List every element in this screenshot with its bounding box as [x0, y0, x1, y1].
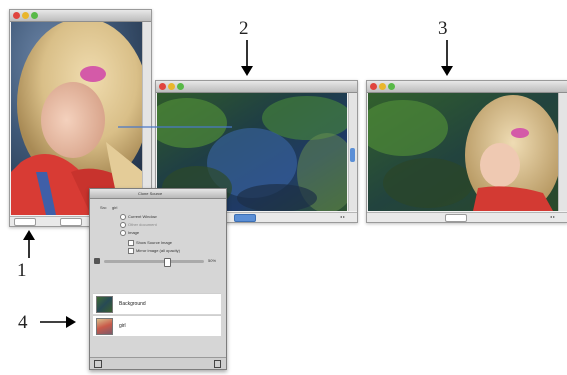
- radio-image[interactable]: [120, 230, 126, 236]
- close-button[interactable]: [159, 83, 166, 90]
- checkbox-mirror-image[interactable]: [128, 248, 134, 254]
- scroll-field[interactable]: [60, 218, 82, 226]
- arrow-2-head: [241, 66, 253, 76]
- close-button[interactable]: [370, 83, 377, 90]
- window-titlebar[interactable]: [367, 81, 567, 93]
- checkbox-label-show-source: Show Source Image: [136, 240, 173, 245]
- zoom-field[interactable]: [14, 218, 36, 226]
- girl-photo-image: [11, 22, 143, 215]
- opacity-slider[interactable]: [104, 258, 204, 267]
- vertical-scrollbar[interactable]: [142, 22, 151, 215]
- vertical-scrollbar[interactable]: [558, 93, 567, 211]
- panel-footer: [90, 357, 226, 369]
- mode-option-current-window: Current Window: [128, 214, 157, 219]
- callout-label-1: 1: [17, 260, 27, 281]
- minimize-button[interactable]: [379, 83, 386, 90]
- close-button[interactable]: [13, 12, 20, 19]
- minimize-button[interactable]: [22, 12, 29, 19]
- result-image: [368, 93, 558, 211]
- radio-current-window[interactable]: [120, 214, 126, 220]
- window-titlebar[interactable]: [156, 81, 357, 93]
- source-label: Src:: [100, 205, 108, 210]
- radio-other-document[interactable]: [120, 222, 126, 228]
- result-canvas[interactable]: [368, 93, 558, 211]
- clone-source-panel: Clone Source Src: girl Current Window Ot…: [89, 188, 227, 370]
- brush-icon: [94, 258, 100, 264]
- mode-option-other-document: Other document: [128, 222, 157, 227]
- panel-titlebar[interactable]: Clone Source: [90, 189, 226, 199]
- layer-thumbnail-background: [96, 296, 113, 313]
- zoom-button[interactable]: [388, 83, 395, 90]
- layer-name-background: Background: [119, 301, 146, 307]
- zoom-field[interactable]: [234, 214, 256, 222]
- callout-label-3: 3: [438, 18, 448, 39]
- source-photo: [11, 22, 143, 215]
- mode-option-image: Image: [128, 230, 140, 235]
- checkbox-label-mirror-image: Mirror image (all opacity): [136, 248, 181, 253]
- zoom-button[interactable]: [177, 83, 184, 90]
- result-window: ◂ ▸: [366, 80, 567, 223]
- checkbox-show-source[interactable]: [128, 240, 134, 246]
- source-value: girl: [112, 205, 118, 210]
- layer-row-background[interactable]: Background: [93, 293, 221, 314]
- new-layer-icon[interactable]: [94, 360, 102, 368]
- vertical-scrollbar[interactable]: [348, 93, 357, 211]
- panel-title: Clone Source: [138, 191, 163, 196]
- minimize-button[interactable]: [168, 83, 175, 90]
- scroll-arrows[interactable]: ◂ ▸: [550, 214, 555, 219]
- arrow-1-head: [23, 230, 35, 240]
- delete-icon[interactable]: [214, 360, 221, 368]
- callout-label-2: 2: [239, 18, 249, 39]
- layer-thumbnail-girl: [96, 318, 113, 335]
- layer-row-girl[interactable]: girl: [93, 315, 221, 336]
- zoom-button[interactable]: [31, 12, 38, 19]
- window-status-bar: ◂ ▸: [367, 212, 567, 222]
- scroll-arrows[interactable]: ◂ ▸: [340, 214, 345, 219]
- scroll-thumb[interactable]: [350, 148, 355, 162]
- layer-name-girl: girl: [119, 323, 126, 329]
- opacity-slider-thumb[interactable]: [164, 258, 171, 267]
- zoom-field[interactable]: [445, 214, 467, 222]
- window-titlebar[interactable]: [10, 10, 151, 22]
- arrow-3-head: [441, 66, 453, 76]
- arrow-4-head: [66, 316, 76, 328]
- opacity-value: 50%: [208, 258, 217, 263]
- callout-label-4: 4: [18, 312, 28, 333]
